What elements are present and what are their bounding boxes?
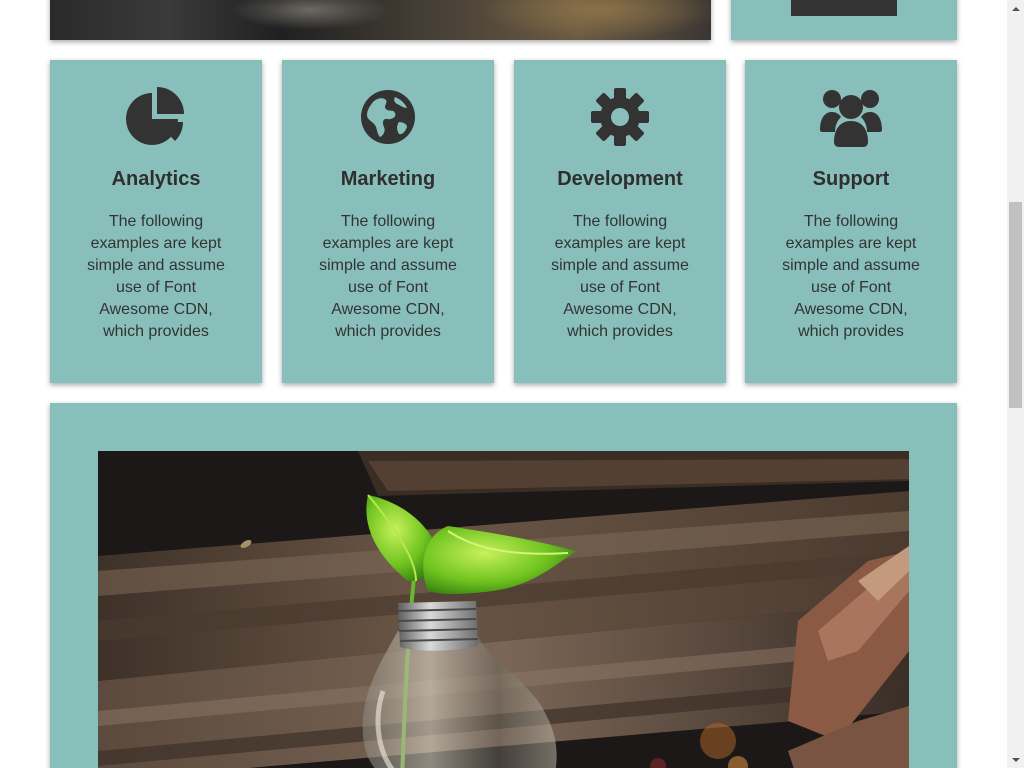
scroll-down-arrow-icon[interactable] (1007, 751, 1024, 768)
image-card (50, 403, 957, 768)
feature-card-marketing: Marketing The following examples are kep… (282, 60, 494, 383)
page: Analytics The following examples are kep… (0, 0, 1007, 768)
lightbulb-plant-photo (98, 451, 909, 768)
feature-title: Development (557, 168, 683, 190)
scrollbar-thumb[interactable] (1009, 202, 1022, 408)
scroll-up-arrow-icon[interactable] (1007, 0, 1024, 17)
vertical-scrollbar[interactable] (1007, 0, 1024, 768)
top-side-card (731, 0, 957, 40)
features-row: Analytics The following examples are kep… (50, 60, 957, 383)
gear-icon (585, 82, 655, 152)
feature-description: The following examples are kept simple a… (319, 213, 457, 340)
pie-chart-icon (121, 82, 191, 152)
globe-icon (353, 82, 423, 152)
feature-title: Marketing (340, 168, 436, 190)
top-side-card-button[interactable] (791, 0, 897, 16)
feature-description: The following examples are kept simple a… (551, 213, 689, 340)
feature-title: Support (812, 168, 890, 190)
feature-card-analytics: Analytics The following examples are kep… (50, 60, 262, 383)
top-image-card (50, 0, 711, 40)
feature-description: The following examples are kept simple a… (87, 213, 225, 340)
feature-description: The following examples are kept simple a… (782, 213, 920, 340)
feature-title: Analytics (111, 168, 201, 190)
feature-card-support: Support The following examples are kept … (745, 60, 957, 383)
feature-card-development: Development The following examples are k… (514, 60, 726, 383)
users-icon (816, 82, 886, 152)
